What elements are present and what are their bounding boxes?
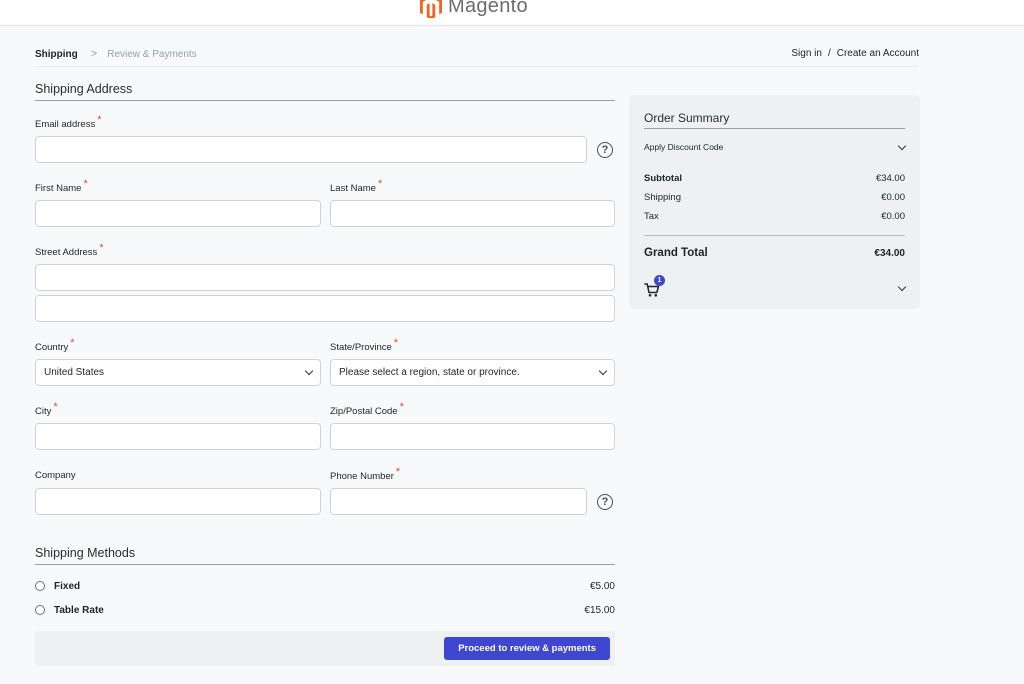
tax-value: €0.00 <box>881 211 905 222</box>
required-marker: * <box>399 401 404 413</box>
cart-items-toggle[interactable]: 1 <box>644 275 907 298</box>
street-address-line2[interactable] <box>35 295 615 322</box>
radio-icon[interactable] <box>35 605 45 615</box>
grand-total-label: Grand Total <box>644 247 708 259</box>
first-name-label: First Name * <box>35 178 88 194</box>
country-select[interactable]: United States <box>35 359 321 386</box>
subtotal-value: €34.00 <box>875 173 905 184</box>
first-name-field[interactable] <box>35 200 321 227</box>
grand-total-value: €34.00 <box>874 247 905 259</box>
shipping-methods-divider <box>35 564 615 565</box>
chevron-down-icon <box>897 282 907 291</box>
cart-icon-wrap: 1 <box>644 275 665 298</box>
account-separator: / <box>827 48 831 59</box>
magento-logo[interactable]: Magento <box>420 0 528 18</box>
shipping-address-divider <box>35 100 615 101</box>
grand-total-row: Grand Total €34.00 <box>644 247 905 259</box>
help-icon[interactable]: ? <box>597 494 613 510</box>
shipping-methods-title: Shipping Methods <box>35 546 136 560</box>
radio-icon[interactable] <box>35 581 45 591</box>
city-label: City * <box>35 401 58 417</box>
zip-field[interactable] <box>330 423 615 450</box>
method-name: Table Rate <box>54 604 104 616</box>
chevron-down-icon <box>304 366 314 376</box>
street-address-label: Street Address * <box>35 242 104 258</box>
help-icon[interactable]: ? <box>597 142 613 158</box>
magento-logo-icon <box>420 0 442 18</box>
email-field[interactable] <box>35 136 587 163</box>
chevron-down-icon <box>897 141 907 150</box>
phone-field[interactable] <box>330 488 587 515</box>
phone-label: Phone Number * <box>330 466 401 482</box>
country-label: Country * <box>35 337 75 353</box>
email-label: Email address * <box>35 114 102 130</box>
breadcrumb-review-payments[interactable]: Review & Payments <box>107 49 196 60</box>
actions-toolbar: Proceed to review & payments <box>35 631 615 666</box>
method-name: Fixed <box>54 580 81 592</box>
shipping-row: Shipping €0.00 <box>644 192 905 203</box>
breadcrumb: Shipping > Review & Payments <box>35 48 197 60</box>
create-account-link[interactable]: Create an Account <box>837 48 919 59</box>
breadcrumb-shipping: Shipping <box>35 48 78 60</box>
company-label: Company <box>35 470 76 481</box>
required-marker: * <box>393 337 399 349</box>
required-marker: * <box>53 401 58 413</box>
state-label: State/Province * <box>330 337 399 353</box>
cart-count-badge: 1 <box>654 275 665 286</box>
apply-discount-toggle[interactable]: Apply Discount Code <box>644 141 907 152</box>
tax-row: Tax €0.00 <box>644 211 905 222</box>
shipping-value: €0.00 <box>881 192 905 203</box>
required-marker: * <box>395 466 401 478</box>
top-bar: Magento <box>0 0 1024 26</box>
state-value: Please select a region, state or provinc… <box>339 367 520 378</box>
account-links: Sign in / Create an Account <box>791 48 919 59</box>
last-name-label: Last Name * <box>330 178 383 194</box>
method-price: €5.00 <box>589 580 615 592</box>
proceed-button[interactable]: Proceed to review & payments <box>444 637 610 660</box>
subtotal-row: Subtotal €34.00 <box>644 173 905 184</box>
chevron-down-icon <box>598 366 608 376</box>
required-marker: * <box>83 178 88 190</box>
totals-divider <box>644 235 905 236</box>
header-divider <box>35 66 919 67</box>
required-marker: * <box>99 242 104 254</box>
street-address-line1[interactable] <box>35 264 615 291</box>
order-summary: Order Summary Apply Discount Code Subtot… <box>629 95 920 309</box>
tax-label: Tax <box>644 211 659 222</box>
order-summary-divider <box>644 128 905 129</box>
method-price: €15.00 <box>584 604 615 616</box>
required-marker: * <box>70 337 75 349</box>
discount-label: Apply Discount Code <box>644 142 724 152</box>
required-marker: * <box>377 178 383 190</box>
company-field[interactable] <box>35 488 321 515</box>
shipping-address-title: Shipping Address <box>35 82 133 96</box>
zip-label: Zip/Postal Code * <box>330 401 404 417</box>
sign-in-link[interactable]: Sign in <box>791 48 822 59</box>
shipping-label: Shipping <box>644 192 681 203</box>
order-summary-title: Order Summary <box>644 111 730 125</box>
last-name-field[interactable] <box>330 200 615 227</box>
shipping-method-table-rate[interactable]: Table Rate €15.00 <box>35 602 615 618</box>
state-select[interactable]: Please select a region, state or provinc… <box>330 359 615 386</box>
city-field[interactable] <box>35 423 321 450</box>
country-value: United States <box>44 367 105 378</box>
shipping-method-fixed[interactable]: Fixed €5.00 <box>35 578 615 594</box>
logo-text: Magento <box>448 0 528 17</box>
breadcrumb-separator: > <box>90 48 98 60</box>
required-marker: * <box>97 114 102 126</box>
subtotal-label: Subtotal <box>644 173 682 184</box>
